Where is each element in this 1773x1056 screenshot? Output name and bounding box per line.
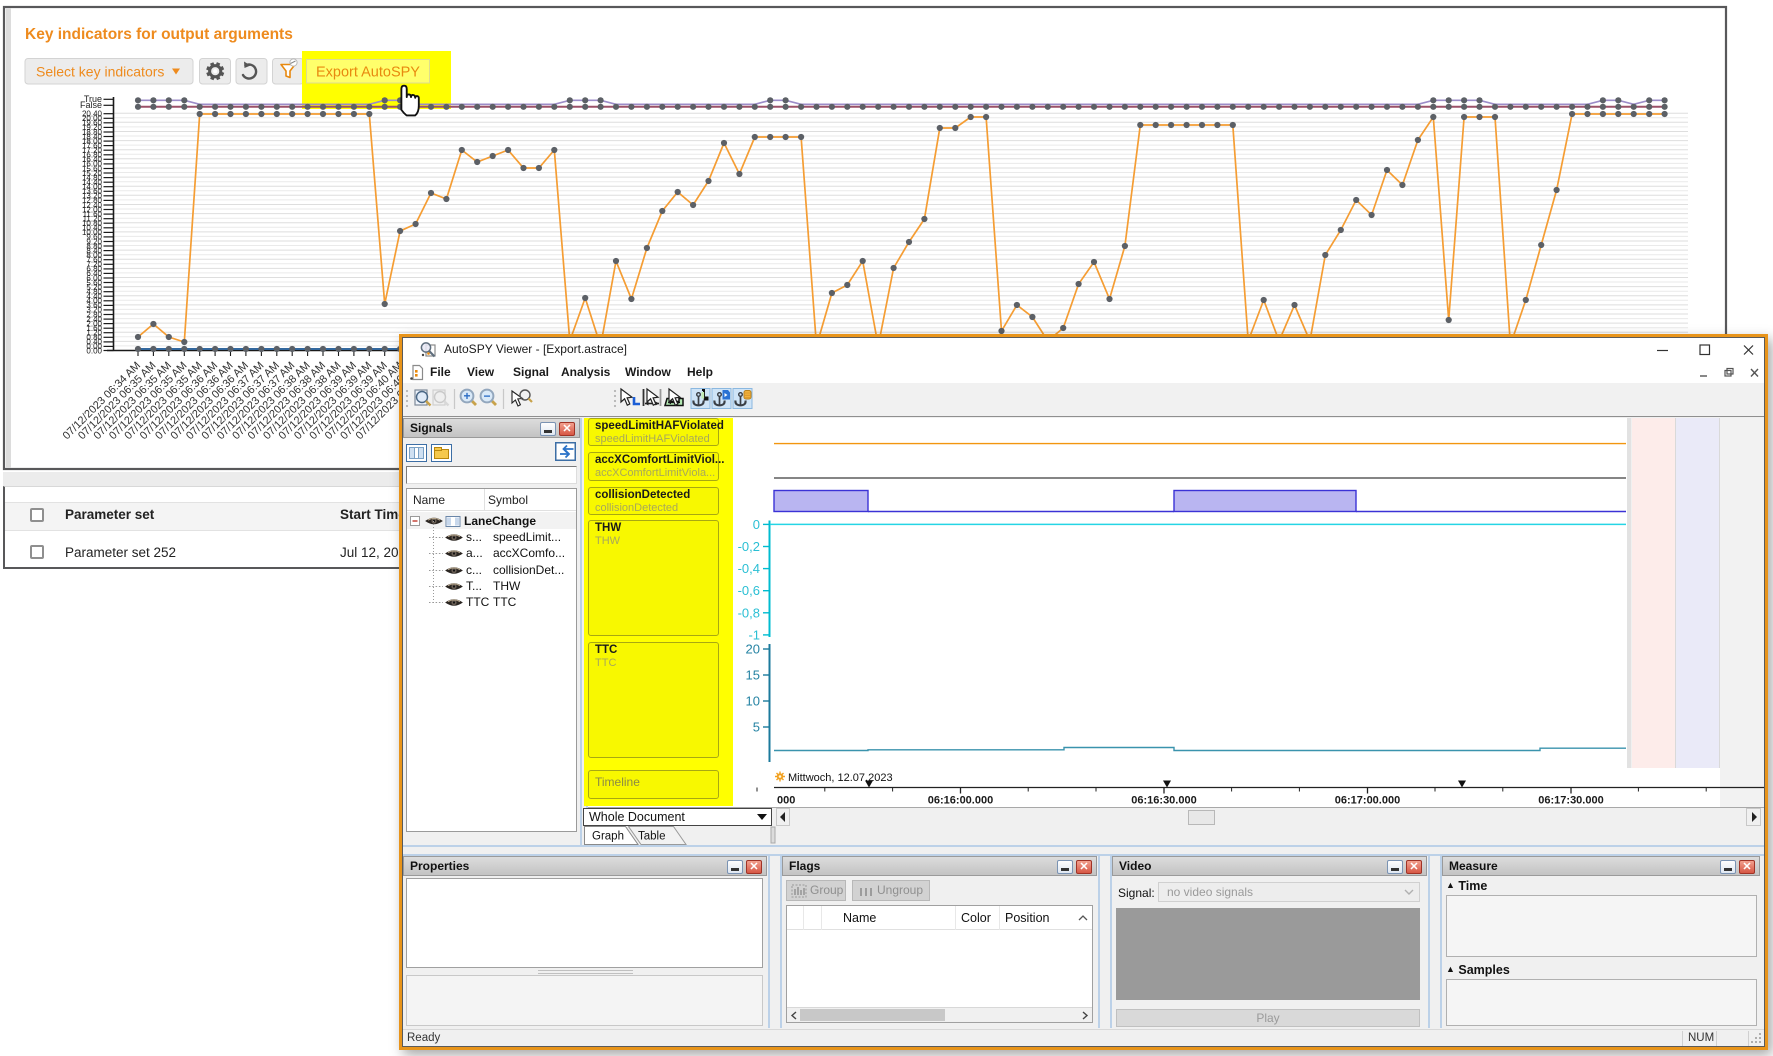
svg-text:06:17:00.000: 06:17:00.000: [1335, 795, 1400, 807]
svg-text:-0,6: -0,6: [738, 583, 760, 598]
svg-text:+: +: [463, 389, 470, 403]
svg-text:000: 000: [777, 795, 795, 807]
svg-text:Graph: Graph: [592, 831, 624, 843]
svg-text:-0,4: -0,4: [738, 561, 760, 576]
svg-text:20: 20: [746, 642, 760, 657]
svg-text:Mittwoch, 12.07.2023: Mittwoch, 12.07.2023: [788, 772, 893, 784]
svg-text:Key indicators for output argu: Key indicators for output arguments: [25, 26, 293, 43]
svg-text:Select key indicators: Select key indicators: [36, 64, 164, 80]
svg-text:06:16:00.000: 06:16:00.000: [928, 795, 993, 807]
svg-text:Export AutoSPY: Export AutoSPY: [316, 65, 420, 81]
svg-text:06:17:30.000: 06:17:30.000: [1538, 795, 1603, 807]
svg-text:-0,2: -0,2: [738, 539, 760, 554]
svg-text:06:16:30.000: 06:16:30.000: [1131, 795, 1196, 807]
svg-text:15: 15: [746, 668, 760, 683]
svg-text:-0,8: -0,8: [738, 605, 760, 620]
svg-text:−: −: [483, 389, 490, 403]
svg-text:0.00: 0.00: [86, 346, 102, 355]
svg-text:-1: -1: [748, 627, 760, 642]
svg-text:Table: Table: [638, 831, 666, 843]
svg-text:5: 5: [753, 720, 760, 735]
svg-text:10: 10: [746, 694, 760, 709]
svg-text:0: 0: [753, 517, 760, 532]
